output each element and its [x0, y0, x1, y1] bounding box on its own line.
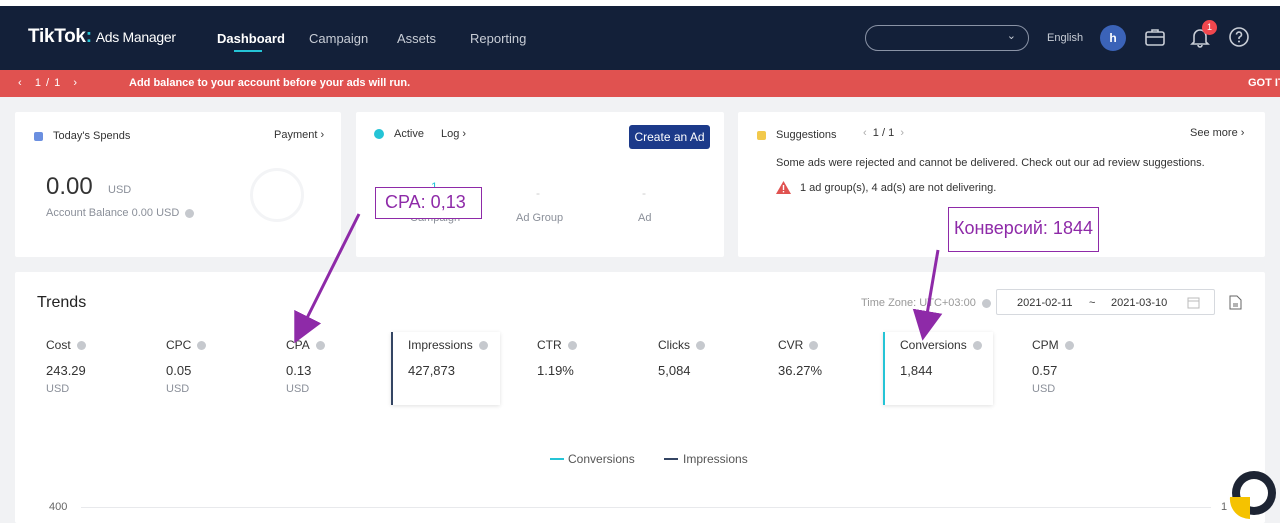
- wallet-icon: [34, 132, 43, 141]
- spend-ring-chart: [250, 168, 304, 222]
- metric-ctr-label: CTR: [537, 338, 577, 352]
- ad-label: Ad: [638, 212, 652, 224]
- metric-cost-value: 243.29: [46, 363, 86, 378]
- alert-message: Add balance to your account before your …: [129, 77, 411, 89]
- info-icon[interactable]: [1064, 341, 1074, 351]
- metric-cost-label: Cost: [46, 338, 86, 352]
- notification-badge: 1: [1202, 20, 1217, 35]
- conversions-annotation-box: Конверсий: 1844: [948, 207, 1099, 252]
- top-navbar: TikTok: Ads Manager Dashboard Campaign As…: [0, 6, 1280, 70]
- spend-amount: 0.00: [46, 173, 93, 200]
- export-icon[interactable]: [1229, 295, 1242, 310]
- info-icon[interactable]: [197, 341, 207, 351]
- suggestion-text: Some ads were rejected and cannot be del…: [776, 157, 1205, 169]
- y-tick-left: 400: [49, 501, 68, 513]
- spend-currency: USD: [108, 184, 132, 196]
- info-icon[interactable]: [809, 341, 819, 351]
- date-separator: ~: [1089, 297, 1096, 309]
- calendar-icon: [1187, 297, 1200, 309]
- trends-card: Trends Time Zone: UTC+03:00 2021-02-11 ~…: [15, 272, 1265, 523]
- metric-clicks-value: 5,084: [658, 363, 691, 378]
- info-icon[interactable]: [478, 341, 488, 351]
- info-icon[interactable]: [315, 341, 325, 351]
- info-icon[interactable]: [76, 341, 86, 351]
- alert-pager[interactable]: ‹ 1 / 1 ›: [18, 77, 78, 89]
- lightbulb-icon: [757, 131, 766, 140]
- adgroup-count: -: [536, 186, 540, 200]
- account-selector[interactable]: ⌄: [865, 25, 1029, 51]
- balance-alert-bar: ‹ 1 / 1 › Add balance to your account be…: [0, 70, 1280, 97]
- app-logo[interactable]: TikTok: Ads Manager: [28, 26, 176, 48]
- cpa-annotation-box: CPA: 0,13: [375, 187, 482, 219]
- date-to: 2021-03-10: [1111, 297, 1168, 309]
- payment-link[interactable]: Payment ›: [274, 129, 324, 141]
- card-title: Suggestions: [776, 129, 837, 141]
- metric-ctr-value: 1.19%: [537, 363, 574, 378]
- chevron-down-icon: ⌄: [1006, 30, 1016, 42]
- metric-cpm-label: CPM: [1032, 338, 1074, 352]
- metric-cpm-unit: USD: [1032, 383, 1056, 395]
- metric-cpc-value: 0.05: [166, 363, 192, 378]
- metric-conversions-label: Conversions: [900, 338, 982, 352]
- got-it-button[interactable]: GOT IT: [1248, 77, 1280, 89]
- metric-cpa-value: 0.13: [286, 363, 312, 378]
- metric-cpa-label: CPA: [286, 338, 325, 352]
- info-icon[interactable]: [696, 341, 705, 351]
- metric-cpa-unit: USD: [286, 383, 310, 395]
- date-range-picker[interactable]: 2021-02-11 ~ 2021-03-10: [996, 289, 1215, 315]
- adgroup-label: Ad Group: [516, 212, 564, 224]
- see-more-link[interactable]: See more ›: [1190, 127, 1244, 139]
- chat-widget-icon[interactable]: [1226, 467, 1276, 523]
- help-icon[interactable]: [1227, 25, 1251, 49]
- ad-count: -: [642, 186, 646, 200]
- info-icon[interactable]: [981, 298, 991, 308]
- card-title: Today's Spends: [53, 130, 131, 142]
- metric-clicks-label: Clicks: [658, 338, 705, 352]
- tab-campaign[interactable]: Campaign: [309, 31, 368, 46]
- legend-conversions[interactable]: Conversions: [568, 452, 635, 466]
- timezone-label: Time Zone: UTC+03:00: [861, 297, 991, 309]
- account-balance: Account Balance 0.00 USD: [46, 207, 195, 219]
- active-card: Active Log › Create an Ad 1 Campaign - A…: [356, 112, 724, 257]
- active-status: Active: [394, 128, 424, 140]
- check-circle-icon: [374, 129, 384, 139]
- create-ad-button[interactable]: Create an Ad: [629, 125, 710, 149]
- legend-impressions-swatch: [664, 458, 678, 460]
- metric-conversions-value: 1,844: [900, 363, 933, 378]
- warning-icon: [776, 181, 791, 194]
- log-link[interactable]: Log ›: [441, 128, 466, 140]
- metric-cvr-value: 36.27%: [778, 363, 823, 378]
- metric-cvr-label: CVR: [778, 338, 819, 352]
- todays-spends-card: Today's Spends Payment › 0.00 USD Accoun…: [15, 112, 341, 257]
- metric-cpc-unit: USD: [166, 383, 190, 395]
- date-from: 2021-02-11: [1017, 297, 1073, 309]
- metric-cpc-label: CPC: [166, 338, 207, 352]
- gridline: [81, 507, 1211, 508]
- tab-assets[interactable]: Assets: [397, 31, 436, 46]
- warning-text: 1 ad group(s), 4 ad(s) are not deliverin…: [800, 182, 997, 194]
- briefcase-icon[interactable]: [1143, 25, 1167, 49]
- legend-impressions[interactable]: Impressions: [683, 452, 748, 466]
- metric-impressions-label: Impressions: [408, 338, 488, 352]
- legend-conversions-swatch: [550, 458, 564, 460]
- tab-reporting[interactable]: Reporting: [470, 31, 526, 46]
- info-icon[interactable]: [185, 208, 195, 218]
- info-icon[interactable]: [972, 341, 982, 351]
- metric-cpm-value: 0.57: [1032, 363, 1058, 378]
- avatar[interactable]: h: [1100, 25, 1126, 51]
- language-switch[interactable]: English: [1047, 32, 1083, 44]
- suggestions-pager[interactable]: ‹ 1 / 1 ›: [863, 127, 904, 139]
- active-tab-indicator: [234, 50, 262, 52]
- trends-title: Trends: [37, 294, 87, 311]
- metric-impressions-value: 427,873: [408, 363, 455, 378]
- info-icon[interactable]: [567, 341, 577, 351]
- tab-dashboard[interactable]: Dashboard: [217, 31, 285, 46]
- metric-cost-unit: USD: [46, 383, 70, 395]
